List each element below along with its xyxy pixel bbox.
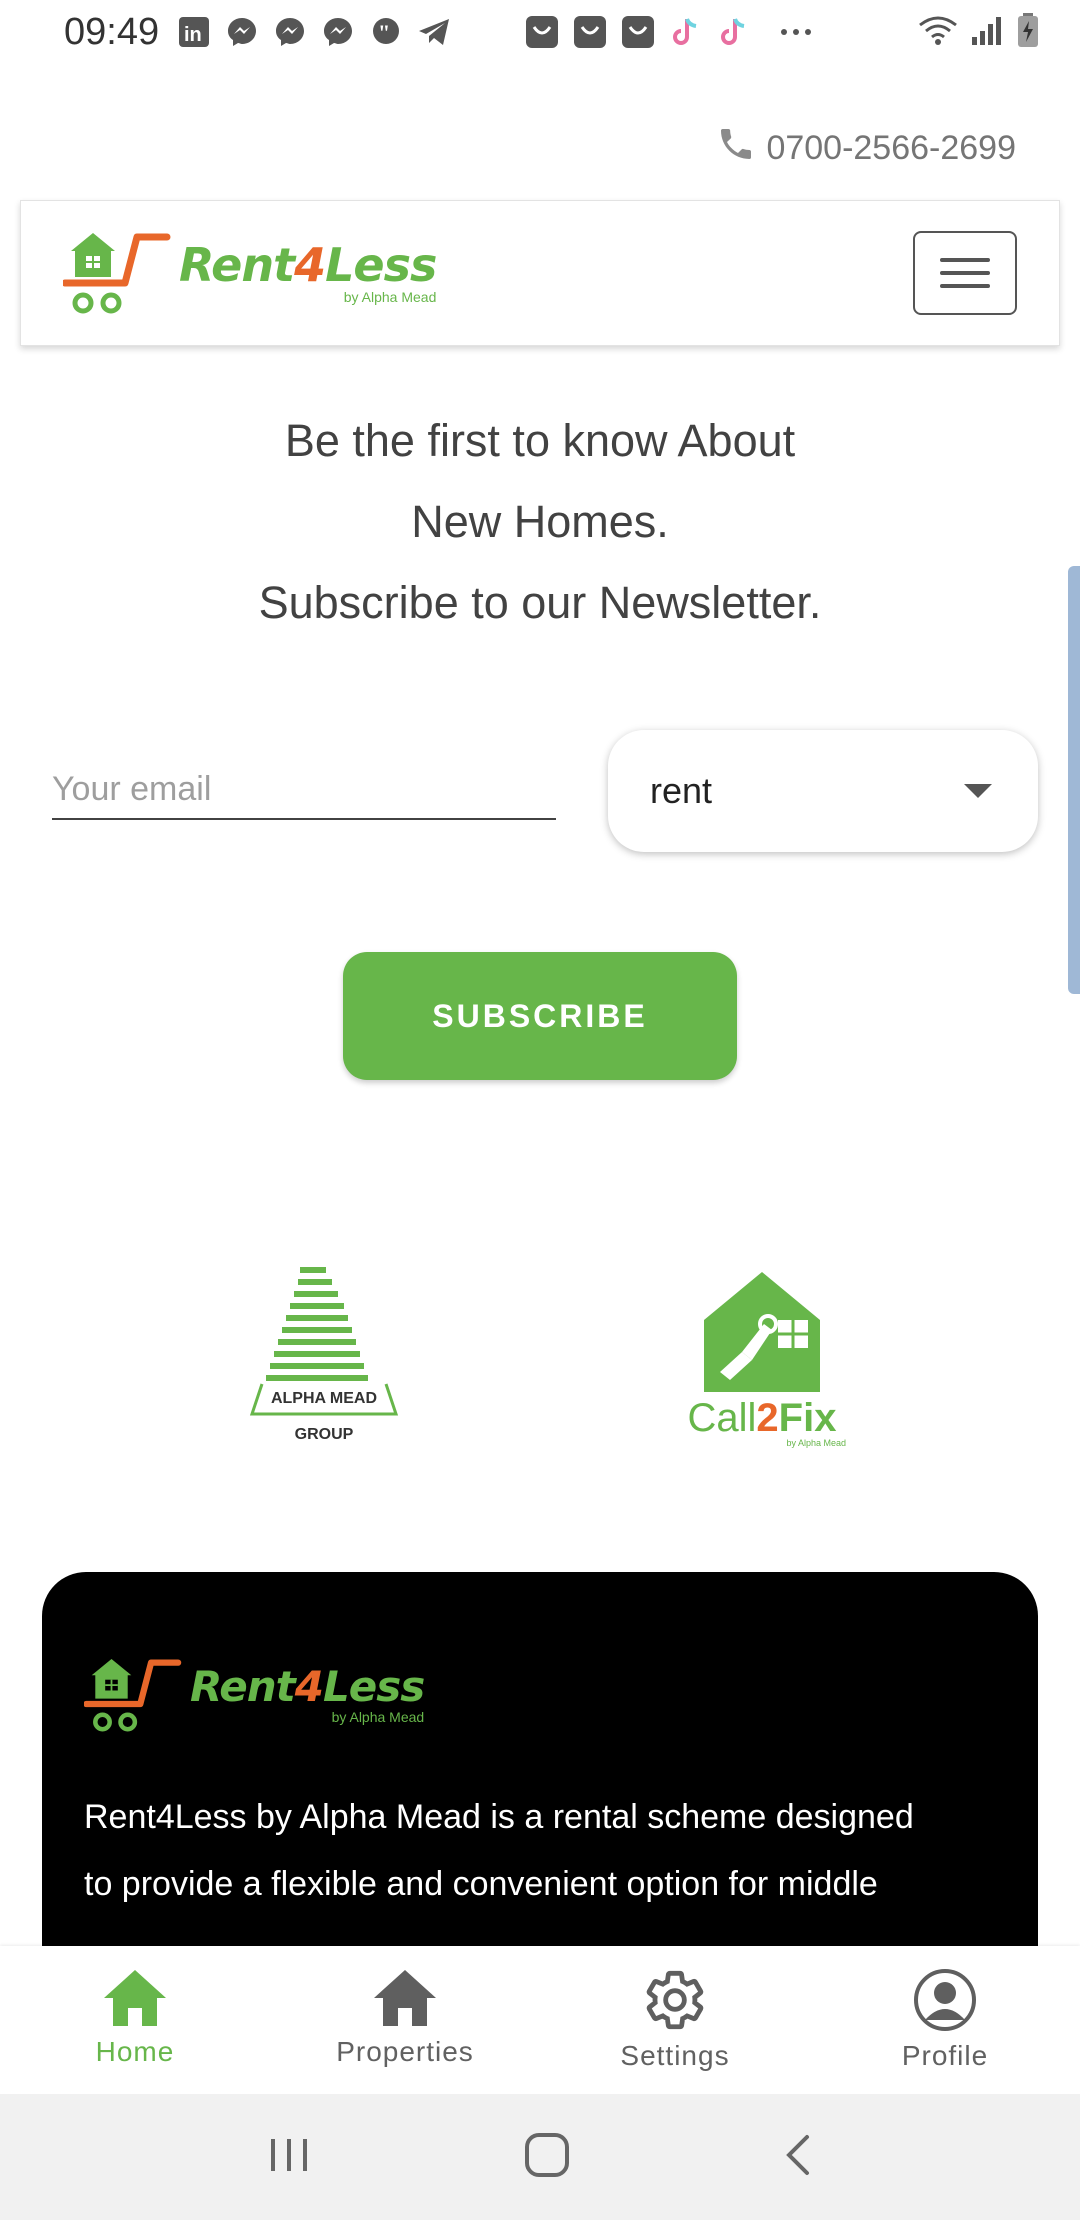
status-time: 09:49 [64,10,160,53]
email-field[interactable] [52,760,556,820]
alpha-mead-text: ALPHA MEAD [270,1390,378,1407]
svg-text:in: in [184,24,202,46]
newsletter-heading: Be the first to know About New Homes. Su… [0,400,1080,643]
newsletter-line-2: New Homes. [411,496,669,547]
nav-home[interactable]: Home [0,1946,270,2094]
contact-phone[interactable]: 0700-2566-2699 [716,124,1016,173]
tiktok-icon [717,15,751,49]
footer-logo-name: Rent4Less [190,1662,425,1711]
svg-text:": " [378,20,390,45]
hamburger-menu-button[interactable] [913,231,1017,315]
gear-icon [646,1970,704,2030]
call2fix-house-icon [704,1272,820,1392]
logo-tagline: by Alpha Mead [343,289,437,305]
shop-icon [621,15,655,49]
nav-properties-label: Properties [336,2036,474,2067]
email-input[interactable] [52,760,556,818]
more-icon [779,15,813,49]
newsletter-line-1: Be the first to know About [284,415,796,466]
call2fix-tagline: by Alpha Mead [786,1438,846,1448]
home-system-icon[interactable] [524,2132,570,2183]
footer-description: Rent4Less by Alpha Mead is a rental sche… [84,1784,996,1918]
nav-profile[interactable]: Profile [810,1946,1080,2094]
footer-logo-tagline: by Alpha Mead [331,1709,425,1725]
notification-icons: in " [177,15,918,49]
nav-properties[interactable]: Properties [270,1946,540,2094]
alpha-mead-building-icon [249,1267,399,1416]
menu-bar [940,271,990,275]
cart-house-logo-icon [63,233,171,314]
footer-description-line-2: to provide a flexible and convenient opt… [84,1865,878,1903]
footer: Rent4Less by Alpha Mead Rent4Less by Alp… [42,1572,1038,1992]
telegram-icon [417,15,451,49]
alpha-mead-group-text: GROUP [294,1426,354,1443]
phone-number: 0700-2566-2699 [766,129,1016,167]
bottom-navigation: Home Properties Settings Profile [0,1946,1080,2094]
nav-settings[interactable]: Settings [540,1946,810,2094]
subscribe-button[interactable]: SUBSCRIBE [343,952,737,1080]
scrollbar[interactable] [1068,566,1080,994]
messenger-icon [273,15,307,49]
battery-icon [1016,12,1040,53]
messenger-icon [225,15,259,49]
footer-description-line-1: Rent4Less by Alpha Mead is a rental sche… [84,1798,914,1836]
quote-icon: " [369,15,403,49]
system-navigation-bar [0,2094,1080,2220]
call2fix-wordmark: Call2Fix [687,1396,837,1440]
listing-type-select[interactable]: rent [608,730,1038,852]
cart-house-logo-icon [84,1659,182,1732]
nav-settings-label: Settings [620,2040,730,2071]
select-value: rent [650,770,713,811]
phone-icon [716,124,756,173]
logo-wordmark: Rent4Less by Alpha Mead [179,238,437,305]
dropdown-caret-icon [964,784,992,798]
back-icon[interactable] [783,2133,813,2182]
system-status-icons [918,12,1040,53]
footer-rent4less-logo[interactable]: Rent4Less by Alpha Mead [84,1650,996,1740]
menu-bar [940,284,990,288]
newsletter-line-3: Subscribe to our Newsletter. [258,577,822,628]
logo-name: Rent4Less [179,238,437,292]
profile-icon [914,1969,976,2031]
house-icon [374,1970,436,2026]
site-header: Rent4Less by Alpha Mead [20,200,1060,346]
shop-icon [573,15,607,49]
shop-icon [525,15,559,49]
tiktok-icon [669,15,703,49]
nav-profile-label: Profile [901,2040,989,2071]
alpha-mead-group-logo[interactable]: ALPHA MEAD GROUP [244,1266,404,1452]
call2fix-logo[interactable]: Call2Fix by Alpha Mead [672,1268,852,1448]
messenger-icon [321,15,355,49]
wifi-icon [918,13,958,52]
recent-apps-icon[interactable] [267,2135,311,2180]
home-icon [104,1970,166,2026]
rent4less-logo[interactable]: Rent4Less by Alpha Mead [63,223,437,323]
menu-bar [940,258,990,262]
nav-home-label: Home [95,2036,175,2067]
signal-icon [970,13,1004,52]
linkedin-icon: in [177,15,211,49]
footer-logo-wordmark: Rent4Less by Alpha Mead [190,1662,425,1725]
status-bar: 09:49 in " [0,0,1080,64]
